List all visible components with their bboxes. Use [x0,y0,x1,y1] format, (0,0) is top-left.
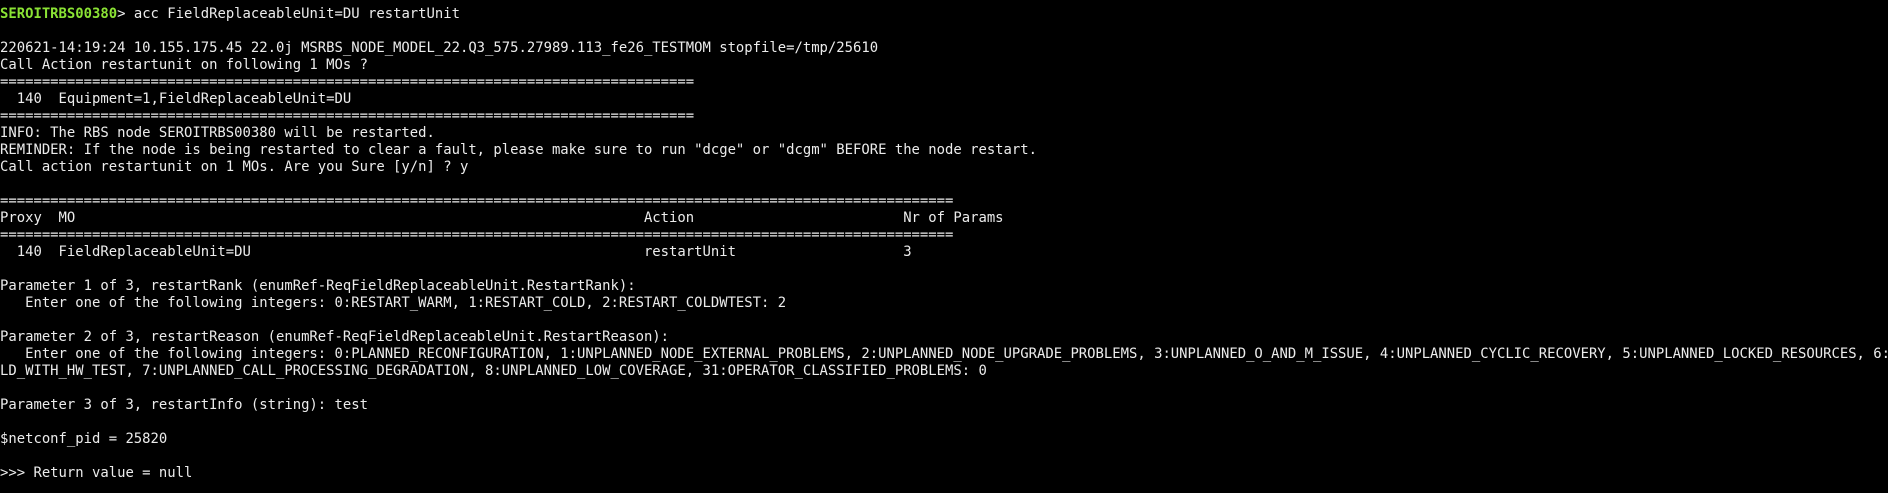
output-line: INFO: The RBS node SEROITRBS00380 will b… [0,125,435,141]
output-line: 220621-14:19:24 10.155.175.45 22.0j MSRB… [0,40,879,56]
output-line: Enter one of the following integers: 0:P… [0,346,1888,362]
output-line: Enter one of the following integers: 0:R… [0,295,787,311]
output-line: LD_WITH_HW_TEST, 7:UNPLANNED_CALL_PROCES… [0,363,987,379]
output-line: Call Action restartunit on following 1 M… [0,57,368,73]
output-separator: ========================================… [0,74,695,90]
table-row: 140 FieldReplaceableUnit=DU restartUnit … [0,244,912,260]
output-separator: ========================================… [0,227,954,243]
output-line: REMINDER: If the node is being restarted… [0,142,1037,158]
output-separator: ========================================… [0,108,695,124]
terminal-window[interactable]: SEROITRBS00380> acc FieldReplaceableUnit… [0,0,1888,493]
output-line: $netconf_pid = 25820 [0,431,168,447]
command-text: acc FieldReplaceableUnit=DU restartUnit [133,6,460,22]
output-separator: ========================================… [0,193,954,209]
prompt-hostname: SEROITRBS00380 [0,6,118,22]
output-line: Call action restartunit on 1 MOs. Are yo… [0,159,469,175]
output-line: Parameter 3 of 3, restartInfo (string): … [0,397,368,413]
prompt-symbol: > [117,6,134,22]
table-header: Proxy MO Action Nr of Params [0,210,1004,226]
output-line: >>> Return value = null [0,465,193,481]
output-line: 140 Equipment=1,FieldReplaceableUnit=DU [0,91,352,107]
prompt-line: SEROITRBS00380> acc FieldReplaceableUnit… [0,6,1888,23]
output-line: Parameter 2 of 3, restartReason (enumRef… [0,329,670,345]
output-line: Parameter 1 of 3, restartRank (enumRef-R… [0,278,636,294]
